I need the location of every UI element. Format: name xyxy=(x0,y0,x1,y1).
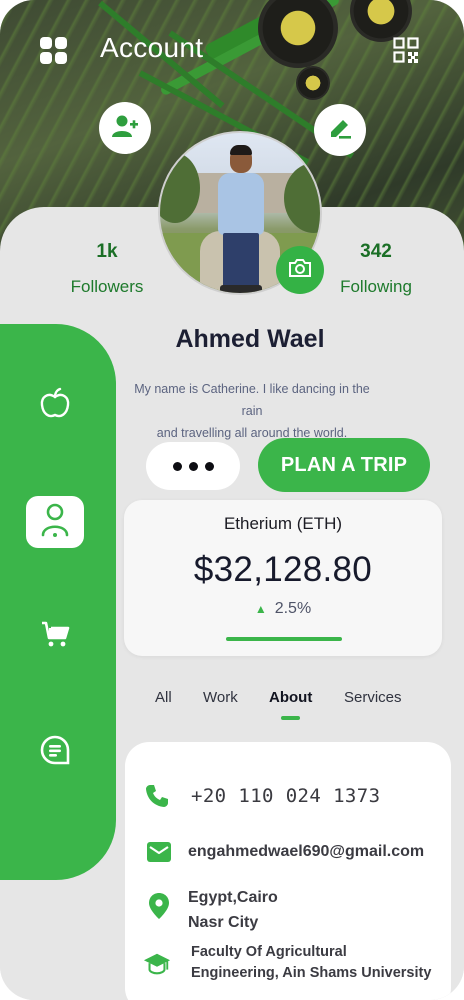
plan-trip-button[interactable]: PLAN A TRIP xyxy=(258,438,430,492)
followers-count: 1k xyxy=(96,241,118,262)
cart-icon xyxy=(40,620,70,653)
crypto-title: Etherium (ETH) xyxy=(223,514,343,533)
education-line: Engineering, Ain Shams University xyxy=(191,965,432,981)
more-dots-icon xyxy=(172,461,214,471)
qr-code-icon[interactable] xyxy=(393,37,419,63)
tractor-wheel xyxy=(296,66,330,100)
apple-icon xyxy=(38,387,72,426)
phone-icon xyxy=(143,782,171,810)
email-address[interactable]: engahmedwael690@gmail.com xyxy=(188,843,424,861)
email-icon xyxy=(145,838,173,866)
followers-label[interactable]: Followers xyxy=(62,277,152,297)
tractor-wheel xyxy=(350,0,412,42)
chat-icon xyxy=(39,734,71,771)
location: Egypt,Cairo Nasr City xyxy=(188,885,278,935)
edit-pencil-icon xyxy=(327,115,353,146)
crypto-indicator xyxy=(226,637,342,641)
tractor-wheel xyxy=(258,0,338,68)
account-screen: Account 1k Followers 342 Following Ahmed… xyxy=(0,0,464,1000)
grid-icon[interactable] xyxy=(40,37,68,65)
user-icon xyxy=(40,502,70,543)
education: Faculty Of Agricultural Engineering, Ain… xyxy=(191,942,431,984)
sidebar-item-food[interactable] xyxy=(26,380,84,432)
location-line: Egypt,Cairo xyxy=(188,889,278,906)
location-line: Nasr City xyxy=(188,914,259,931)
camera-icon xyxy=(288,258,312,283)
tab-services[interactable]: Services xyxy=(344,689,402,706)
following-label[interactable]: Following xyxy=(331,277,421,297)
crypto-price: $32,128.80 xyxy=(193,550,373,589)
edit-profile-button[interactable] xyxy=(314,104,366,156)
following-count: 342 xyxy=(360,241,392,262)
active-tab-indicator xyxy=(281,716,300,720)
sidebar-item-messages[interactable] xyxy=(26,726,84,778)
tab-all[interactable]: All xyxy=(155,689,172,706)
change-photo-button[interactable] xyxy=(276,246,324,294)
crypto-card[interactable]: Etherium (ETH) $32,128.80 ▲ 2.5% xyxy=(124,500,442,656)
phone-number[interactable]: +20 110 024 1373 xyxy=(191,785,380,807)
tab-work[interactable]: Work xyxy=(203,689,238,706)
sidebar-item-cart[interactable] xyxy=(26,610,84,662)
sidebar-item-profile[interactable] xyxy=(26,496,84,548)
bio-line: My name is Catherine. I like dancing in … xyxy=(134,382,370,418)
graduation-cap-icon xyxy=(143,950,171,978)
profile-name: Ahmed Wael xyxy=(175,325,325,353)
side-navigation xyxy=(0,324,116,880)
contact-card: +20 110 024 1373 engahmedwael690@gmail.c… xyxy=(125,742,451,1000)
add-user-icon xyxy=(112,114,138,143)
page-title: Account xyxy=(100,32,204,63)
chevron-up-icon: ▲ xyxy=(254,602,267,616)
location-pin-icon xyxy=(145,892,173,920)
crypto-change: ▲ 2.5% xyxy=(124,600,442,618)
more-options-button[interactable] xyxy=(146,442,240,490)
education-line: Faculty Of Agricultural xyxy=(191,944,347,960)
profile-bio: My name is Catherine. I like dancing in … xyxy=(130,378,374,444)
add-friend-button[interactable] xyxy=(99,102,151,154)
crypto-change-value: 2.5% xyxy=(274,600,312,617)
tab-about[interactable]: About xyxy=(269,689,312,706)
